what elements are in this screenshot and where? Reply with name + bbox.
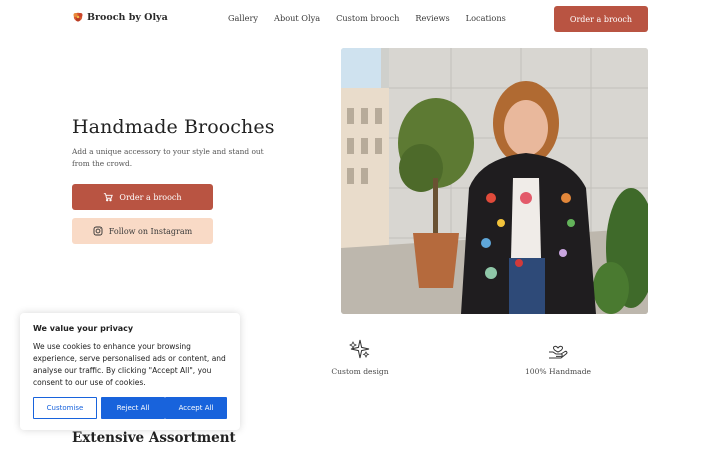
feature-label: 100% Handmade xyxy=(524,367,592,376)
cookie-title: We value your privacy xyxy=(33,324,134,333)
hero-photo xyxy=(341,48,648,314)
hero-order-button[interactable]: Order a brooch xyxy=(72,184,213,210)
hand-heart-icon xyxy=(549,345,568,359)
feature-label: Custom design xyxy=(331,367,389,376)
brand-logo[interactable]: Brooch by Olya xyxy=(72,11,168,23)
nav-item-locations[interactable]: Locations xyxy=(466,13,506,23)
main-nav: Gallery About Olya Custom brooch Reviews… xyxy=(228,13,522,23)
hero-order-label: Order a brooch xyxy=(119,192,182,202)
cookie-consent-banner: We value your privacy We use cookies to … xyxy=(20,313,240,430)
brand-name: Brooch by Olya xyxy=(87,11,168,23)
hero-subtitle: Add a unique accessory to your style and… xyxy=(72,147,264,168)
nav-item-reviews[interactable]: Reviews xyxy=(415,13,449,23)
cookie-text: We use cookies to enhance your browsing … xyxy=(33,342,226,387)
brooch-logo-icon xyxy=(73,12,83,22)
feature-custom-design: Custom design xyxy=(310,338,410,376)
cookie-customise-button[interactable]: Customise xyxy=(33,397,97,419)
nav-item-gallery[interactable]: Gallery xyxy=(228,13,258,23)
site-header: Brooch by Olya Gallery About Olya Custom… xyxy=(0,0,720,38)
feature-handmade: 100% Handmade xyxy=(508,338,608,376)
header-order-button[interactable]: Order a brooch xyxy=(554,6,648,32)
instagram-follow-button[interactable]: Follow on Instagram xyxy=(72,218,213,244)
sparkle-icon xyxy=(349,339,370,359)
cookie-reject-button[interactable]: Reject All xyxy=(101,397,165,419)
nav-item-about[interactable]: About Olya xyxy=(274,13,320,23)
cart-icon xyxy=(104,193,114,202)
section-heading: Extensive Assortment xyxy=(72,430,236,446)
cookie-accept-button[interactable]: Accept All xyxy=(165,397,227,419)
nav-item-custom-brooch[interactable]: Custom brooch xyxy=(336,13,399,23)
hero-title: Handmade Brooches xyxy=(72,116,275,138)
instagram-follow-label: Follow on Instagram xyxy=(108,226,193,236)
instagram-icon xyxy=(93,226,103,236)
